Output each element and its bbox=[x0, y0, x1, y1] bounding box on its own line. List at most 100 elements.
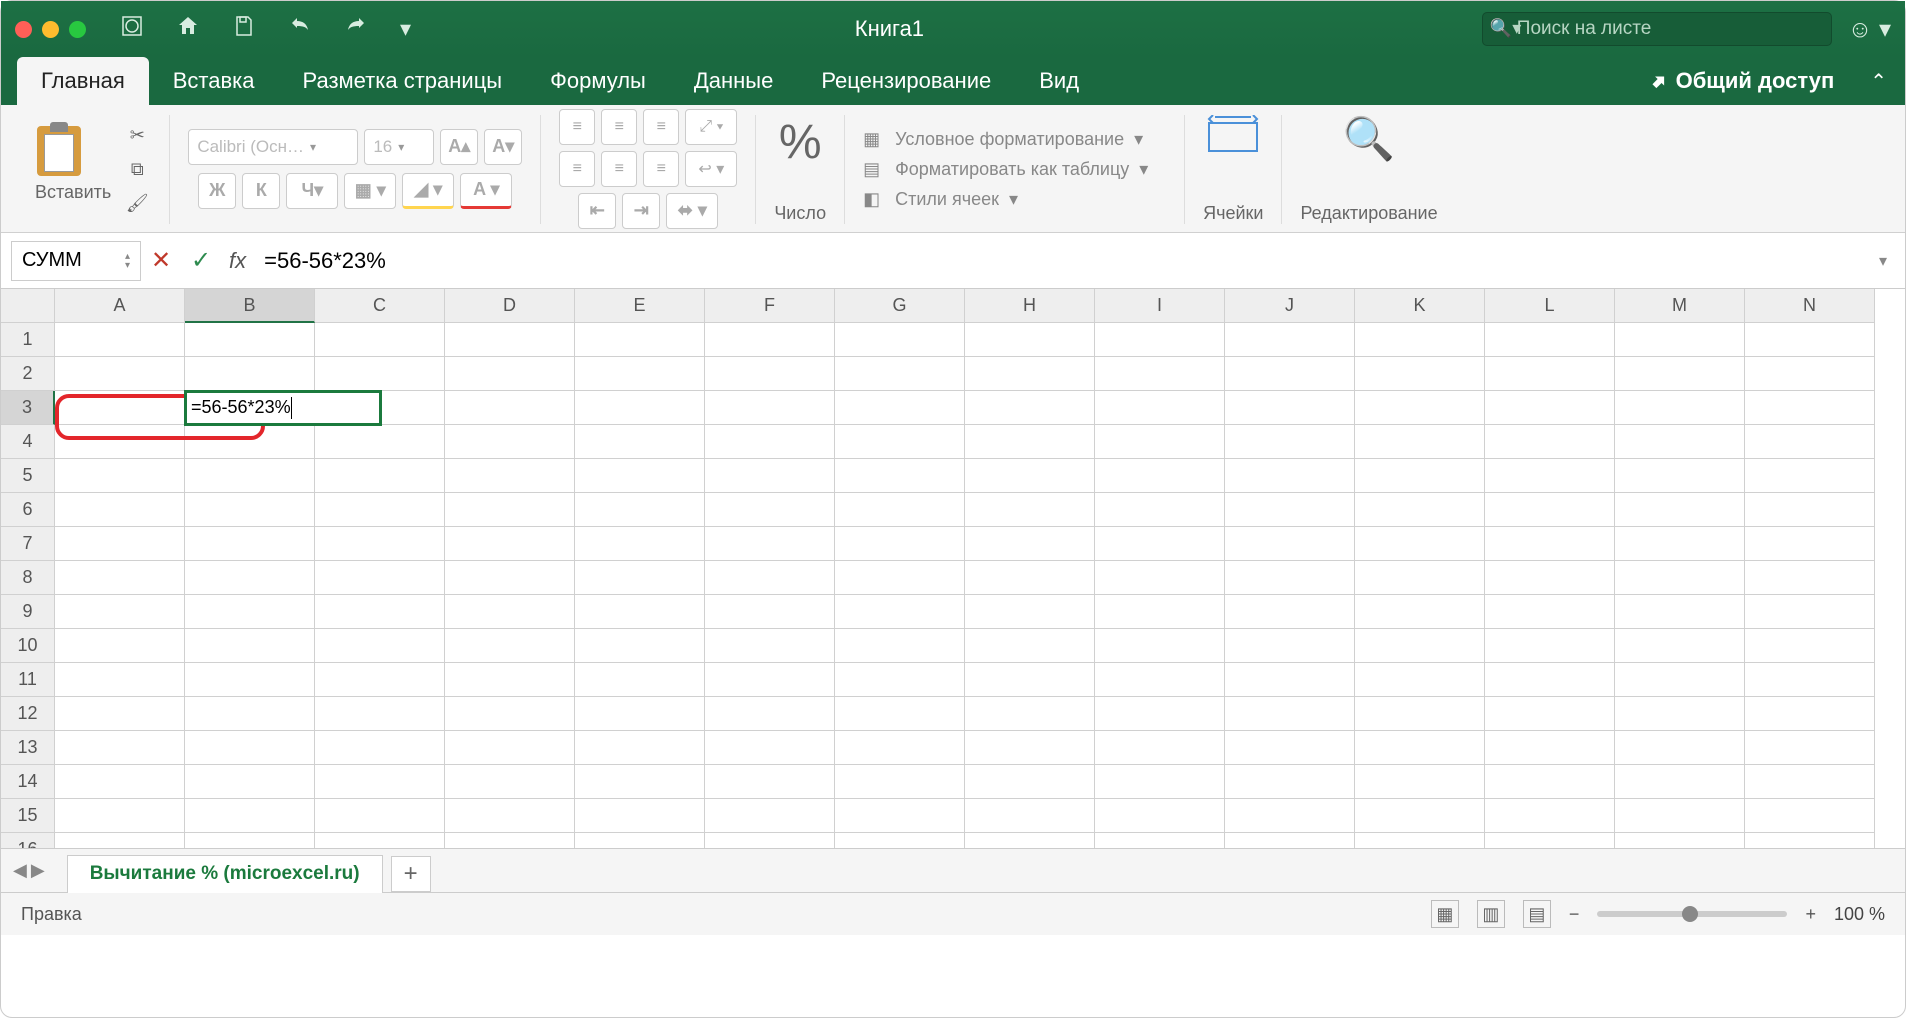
cell[interactable] bbox=[185, 425, 315, 459]
cell[interactable] bbox=[1615, 391, 1745, 425]
cell[interactable] bbox=[445, 765, 575, 799]
cell[interactable] bbox=[1355, 765, 1485, 799]
cell[interactable] bbox=[1615, 357, 1745, 391]
cell[interactable] bbox=[965, 425, 1095, 459]
cell[interactable] bbox=[1745, 561, 1875, 595]
align-right-icon[interactable]: ≡ bbox=[643, 151, 679, 187]
border-button[interactable]: ▦ ▾ bbox=[344, 173, 396, 209]
cell[interactable] bbox=[705, 459, 835, 493]
cell[interactable] bbox=[1355, 799, 1485, 833]
zoom-level[interactable]: 100 % bbox=[1834, 904, 1885, 925]
cell[interactable] bbox=[1095, 799, 1225, 833]
column-header[interactable]: L bbox=[1485, 289, 1615, 323]
column-header[interactable]: D bbox=[445, 289, 575, 323]
cell[interactable] bbox=[1225, 527, 1355, 561]
cell[interactable] bbox=[1615, 663, 1745, 697]
cell[interactable] bbox=[575, 459, 705, 493]
cell[interactable] bbox=[705, 527, 835, 561]
tab-review[interactable]: Рецензирование bbox=[797, 57, 1015, 105]
cell[interactable] bbox=[705, 731, 835, 765]
prev-sheet-icon[interactable]: ◀ bbox=[13, 860, 27, 881]
cell[interactable] bbox=[835, 425, 965, 459]
column-header[interactable]: N bbox=[1745, 289, 1875, 323]
increase-font-icon[interactable]: A▴ bbox=[440, 129, 478, 165]
cell[interactable] bbox=[1485, 391, 1615, 425]
tab-insert[interactable]: Вставка bbox=[149, 57, 279, 105]
cell[interactable] bbox=[575, 629, 705, 663]
cell[interactable] bbox=[1485, 799, 1615, 833]
cell[interactable] bbox=[1225, 323, 1355, 357]
cell[interactable] bbox=[705, 323, 835, 357]
zoom-slider[interactable] bbox=[1597, 911, 1787, 917]
cell-styles-button[interactable]: ◧Стили ячеек ▾ bbox=[863, 189, 1148, 211]
cell[interactable] bbox=[575, 561, 705, 595]
row-header[interactable]: 3 bbox=[1, 391, 55, 425]
cell[interactable] bbox=[1095, 357, 1225, 391]
row-header[interactable]: 16 bbox=[1, 833, 55, 849]
find-icon[interactable]: 🔍 bbox=[1343, 115, 1395, 164]
decrease-font-icon[interactable]: A▾ bbox=[484, 129, 522, 165]
cell[interactable] bbox=[445, 391, 575, 425]
cell[interactable] bbox=[315, 561, 445, 595]
cell[interactable] bbox=[965, 833, 1095, 849]
cell[interactable] bbox=[1355, 731, 1485, 765]
font-size-combo[interactable]: 16▾ bbox=[364, 129, 434, 165]
cell[interactable] bbox=[185, 799, 315, 833]
column-header[interactable]: F bbox=[705, 289, 835, 323]
cell[interactable] bbox=[965, 799, 1095, 833]
paste-icon[interactable] bbox=[35, 122, 83, 176]
column-header[interactable]: K bbox=[1355, 289, 1485, 323]
cell[interactable] bbox=[445, 731, 575, 765]
zoom-window-icon[interactable] bbox=[69, 21, 86, 38]
cell[interactable] bbox=[1225, 799, 1355, 833]
cell[interactable] bbox=[315, 629, 445, 663]
row-header[interactable]: 8 bbox=[1, 561, 55, 595]
row-header[interactable]: 13 bbox=[1, 731, 55, 765]
cell[interactable] bbox=[185, 697, 315, 731]
cell[interactable] bbox=[705, 663, 835, 697]
cell[interactable] bbox=[55, 425, 185, 459]
cell[interactable] bbox=[1095, 527, 1225, 561]
cell[interactable] bbox=[1615, 595, 1745, 629]
next-sheet-icon[interactable]: ▶ bbox=[31, 860, 45, 881]
column-header[interactable]: J bbox=[1225, 289, 1355, 323]
formula-input[interactable] bbox=[254, 241, 1871, 281]
cell[interactable] bbox=[445, 561, 575, 595]
row-header[interactable]: 6 bbox=[1, 493, 55, 527]
cell[interactable] bbox=[1355, 425, 1485, 459]
enter-formula-icon[interactable]: ✓ bbox=[181, 241, 221, 281]
cell[interactable] bbox=[1615, 799, 1745, 833]
column-header[interactable]: A bbox=[55, 289, 185, 323]
cell[interactable] bbox=[965, 731, 1095, 765]
cell[interactable] bbox=[835, 595, 965, 629]
column-header[interactable]: B bbox=[185, 289, 315, 323]
cancel-formula-icon[interactable]: ✕ bbox=[141, 241, 181, 281]
cell[interactable] bbox=[185, 629, 315, 663]
cell[interactable] bbox=[1225, 765, 1355, 799]
conditional-format-button[interactable]: ▦Условное форматирование ▾ bbox=[863, 129, 1148, 151]
font-name-combo[interactable]: Calibri (Осн…▾ bbox=[188, 129, 358, 165]
autosave-icon[interactable] bbox=[114, 10, 150, 48]
cell[interactable] bbox=[1355, 391, 1485, 425]
cell[interactable] bbox=[1355, 493, 1485, 527]
cell[interactable] bbox=[575, 493, 705, 527]
cell[interactable] bbox=[1095, 459, 1225, 493]
cell[interactable] bbox=[1225, 731, 1355, 765]
cell[interactable] bbox=[315, 357, 445, 391]
cell[interactable] bbox=[1745, 357, 1875, 391]
cell[interactable] bbox=[185, 323, 315, 357]
cell[interactable] bbox=[445, 595, 575, 629]
select-all-corner[interactable] bbox=[1, 289, 55, 323]
cell[interactable] bbox=[835, 561, 965, 595]
column-header[interactable]: C bbox=[315, 289, 445, 323]
cell[interactable] bbox=[705, 765, 835, 799]
cell[interactable] bbox=[835, 357, 965, 391]
cell[interactable] bbox=[575, 595, 705, 629]
cell[interactable] bbox=[1485, 663, 1615, 697]
cell[interactable] bbox=[965, 459, 1095, 493]
cell[interactable] bbox=[835, 833, 965, 849]
cell[interactable] bbox=[55, 799, 185, 833]
cell[interactable] bbox=[705, 391, 835, 425]
cut-icon[interactable]: ✂ bbox=[123, 122, 151, 150]
cell[interactable] bbox=[705, 697, 835, 731]
